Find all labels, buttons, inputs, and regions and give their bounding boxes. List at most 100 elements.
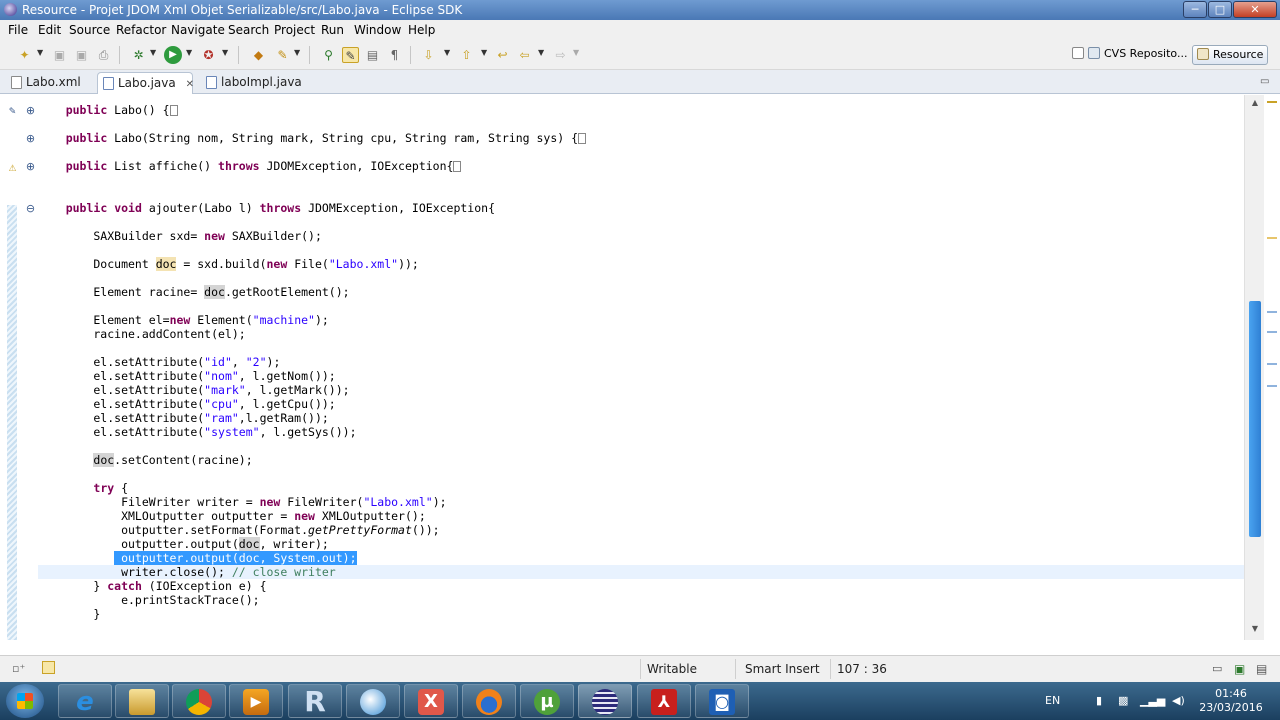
external-tools-dropdown-icon[interactable]: ▼ <box>222 48 228 57</box>
occurrence-overview-mark[interactable] <box>1267 363 1277 365</box>
external-tools-icon[interactable]: ✪ <box>200 47 217 63</box>
debug-dropdown-icon[interactable]: ▼ <box>150 48 156 57</box>
console-icon[interactable]: ▣ <box>1234 662 1245 676</box>
start-button[interactable] <box>6 684 44 718</box>
menu-project[interactable]: Project <box>274 23 315 37</box>
forward-dropdown-icon[interactable]: ▼ <box>573 48 579 57</box>
ie-icon: e <box>76 687 94 717</box>
open-view-icon[interactable] <box>42 661 55 674</box>
previous-annotation-dropdown-icon[interactable]: ▼ <box>481 48 487 57</box>
close-button[interactable]: ✕ <box>1233 1 1277 18</box>
menu-edit[interactable]: Edit <box>38 23 61 37</box>
next-annotation-icon[interactable]: ⇩ <box>420 47 437 63</box>
mark-occurrences-icon[interactable]: ✎ <box>342 47 359 63</box>
signal-icon[interactable]: ▁▃▅ <box>1140 694 1165 707</box>
scroll-down-icon[interactable]: ▼ <box>1248 623 1262 635</box>
save-icon[interactable]: ▣ <box>51 47 68 63</box>
show-whitespace-icon[interactable]: ¶ <box>386 47 403 63</box>
taskbar-app[interactable] <box>346 684 400 718</box>
save-all-icon[interactable]: ▣ <box>73 47 90 63</box>
fold-expand-icon[interactable]: ⊕ <box>25 105 36 117</box>
fold-collapse-icon[interactable]: ⊖ <box>25 203 36 215</box>
occurrence-overview-mark[interactable] <box>1267 311 1277 313</box>
perspective-cvs[interactable]: CVS Reposito... <box>1072 45 1188 65</box>
minimize-button[interactable]: ─ <box>1183 1 1207 18</box>
code-editor[interactable]: ✎ ⚠ ⊕ ⊕ ⊕ ⊖ public Labo() { public Labo(… <box>0 95 1264 640</box>
open-task-icon[interactable]: ✎ <box>274 47 291 63</box>
taskbar-app[interactable]: µ <box>520 684 574 718</box>
tray-icon[interactable]: ▮ <box>1096 694 1102 707</box>
open-type-icon[interactable]: ◆ <box>250 47 267 63</box>
maximize-button[interactable]: □ <box>1208 1 1232 18</box>
taskbar-app[interactable]: e <box>58 684 112 718</box>
task-marker-icon[interactable]: ✎ <box>7 107 18 118</box>
taskbar-app[interactable]: X <box>404 684 458 718</box>
folded-code-marker[interactable] <box>169 105 178 116</box>
forward-icon[interactable]: ⇨ <box>552 47 569 63</box>
teamviewer-icon: ◙ <box>709 689 735 715</box>
menu-file[interactable]: File <box>8 23 28 37</box>
fast-view-icon[interactable]: ▫⁺ <box>12 662 25 675</box>
back-icon[interactable]: ⇦ <box>516 47 533 63</box>
new-dropdown-icon[interactable]: ▼ <box>37 48 43 57</box>
print-icon[interactable]: ⎙ <box>95 47 112 63</box>
occurrence-overview-mark[interactable] <box>1267 331 1277 333</box>
code-line: FileWriter writer = new FileWriter("Labo… <box>38 495 447 509</box>
taskbar-app[interactable]: ⅄ <box>637 684 691 718</box>
progress-icon[interactable]: ▤ <box>1256 662 1267 676</box>
taskbar-app-active[interactable] <box>578 684 632 718</box>
code-line: } <box>38 607 101 621</box>
block-selection-icon[interactable]: ▤ <box>364 47 381 63</box>
menu-help[interactable]: Help <box>408 23 435 37</box>
taskbar-app[interactable]: R <box>288 684 342 718</box>
menu-refactor[interactable]: Refactor <box>116 23 166 37</box>
run-dropdown-icon[interactable]: ▼ <box>186 48 192 57</box>
fold-expand-icon[interactable]: ⊕ <box>25 161 36 173</box>
scrollbar-thumb[interactable] <box>1249 301 1261 537</box>
folded-code-marker[interactable] <box>453 161 462 172</box>
taskbar-app[interactable] <box>115 684 169 718</box>
code-text[interactable]: public Labo() { public Labo(String nom, … <box>38 95 1244 640</box>
folded-code-marker[interactable] <box>578 133 587 144</box>
main-toolbar: ✦ ▼ ▣ ▣ ⎙ ✲ ▼ ▶ ▼ ✪ ▼ ◆ ✎ ▼ ⚲ ✎ ▤ ¶ ⇩ ▼ … <box>0 40 1280 70</box>
fold-expand-icon[interactable]: ⊕ <box>25 133 36 145</box>
close-tab-icon[interactable]: ✕ <box>186 79 194 90</box>
menu-source[interactable]: Source <box>69 23 110 37</box>
tab-laboimpl-java[interactable]: laboImpl.java <box>201 72 311 94</box>
taskbar-app[interactable] <box>462 684 516 718</box>
run-icon[interactable]: ▶ <box>164 46 182 64</box>
menu-navigate[interactable]: Navigate <box>171 23 225 37</box>
menu-run[interactable]: Run <box>321 23 344 37</box>
occurrence-overview-mark[interactable] <box>1267 385 1277 387</box>
system-clock[interactable]: 01:46 23/03/2016 <box>1196 687 1266 715</box>
window-title: Resource - Projet JDOM Xml Objet Seriali… <box>22 3 463 17</box>
perspective-resource[interactable]: Resource <box>1192 45 1268 65</box>
network-icon[interactable]: ▩ <box>1118 694 1128 707</box>
warning-marker-icon[interactable]: ⚠ <box>7 164 18 175</box>
scroll-up-icon[interactable]: ▲ <box>1248 97 1262 109</box>
next-annotation-dropdown-icon[interactable]: ▼ <box>444 48 450 57</box>
open-task-dropdown-icon[interactable]: ▼ <box>294 48 300 57</box>
menu-search[interactable]: Search <box>228 23 269 37</box>
taskbar-app[interactable]: ◙ <box>695 684 749 718</box>
menu-window[interactable]: Window <box>354 23 401 37</box>
occurrence-overview-mark[interactable] <box>1267 237 1277 239</box>
language-indicator[interactable]: EN <box>1045 694 1060 707</box>
new-icon[interactable]: ✦ <box>16 47 33 63</box>
tab-labo-xml[interactable]: Labo.xml <box>6 72 92 94</box>
maximize-view-icon[interactable]: ▭ <box>1260 76 1269 87</box>
previous-annotation-icon[interactable]: ⇧ <box>458 47 475 63</box>
taskbar-app[interactable] <box>172 684 226 718</box>
back-dropdown-icon[interactable]: ▼ <box>538 48 544 57</box>
last-edit-icon[interactable]: ↩ <box>494 47 511 63</box>
minimize-panel-icon[interactable]: ▭ <box>1212 662 1222 675</box>
toolbar-separator <box>309 46 310 64</box>
tab-labo-java[interactable]: Labo.java ✕ <box>97 72 194 94</box>
warning-overview-mark[interactable] <box>1267 101 1277 103</box>
volume-icon[interactable]: ◀) <box>1172 694 1185 707</box>
code-line: Element el=new Element("machine"); <box>38 313 329 327</box>
debug-icon[interactable]: ✲ <box>130 47 147 63</box>
taskbar-app[interactable]: ▶ <box>229 684 283 718</box>
vertical-scrollbar[interactable]: ▲ ▼ <box>1244 95 1264 640</box>
search-icon[interactable]: ⚲ <box>320 47 337 63</box>
